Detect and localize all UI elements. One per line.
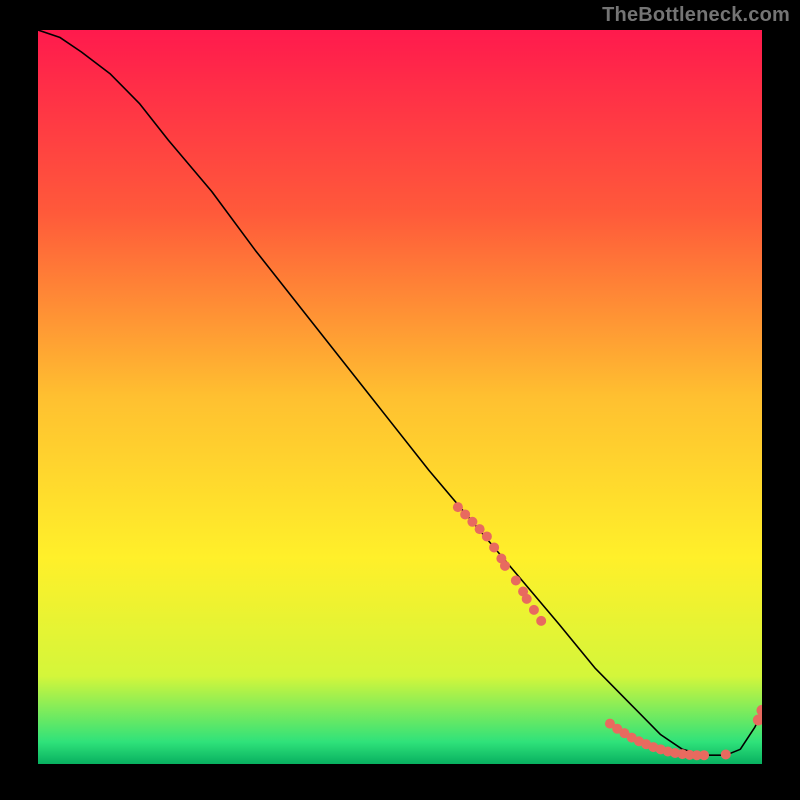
data-point (453, 502, 463, 512)
data-point (500, 561, 510, 571)
data-point (467, 517, 477, 527)
data-point (475, 524, 485, 534)
data-point (511, 576, 521, 586)
data-point (489, 542, 499, 552)
data-point (699, 750, 709, 760)
data-point (536, 616, 546, 626)
chart-frame: TheBottleneck.com (0, 0, 800, 800)
data-point (522, 594, 532, 604)
chart-svg (38, 30, 762, 764)
data-point (460, 509, 470, 519)
data-point (721, 749, 731, 759)
plot-area (38, 30, 762, 764)
gradient-background (38, 30, 762, 764)
attribution-label: TheBottleneck.com (602, 4, 790, 27)
data-point (529, 605, 539, 615)
data-point (482, 531, 492, 541)
